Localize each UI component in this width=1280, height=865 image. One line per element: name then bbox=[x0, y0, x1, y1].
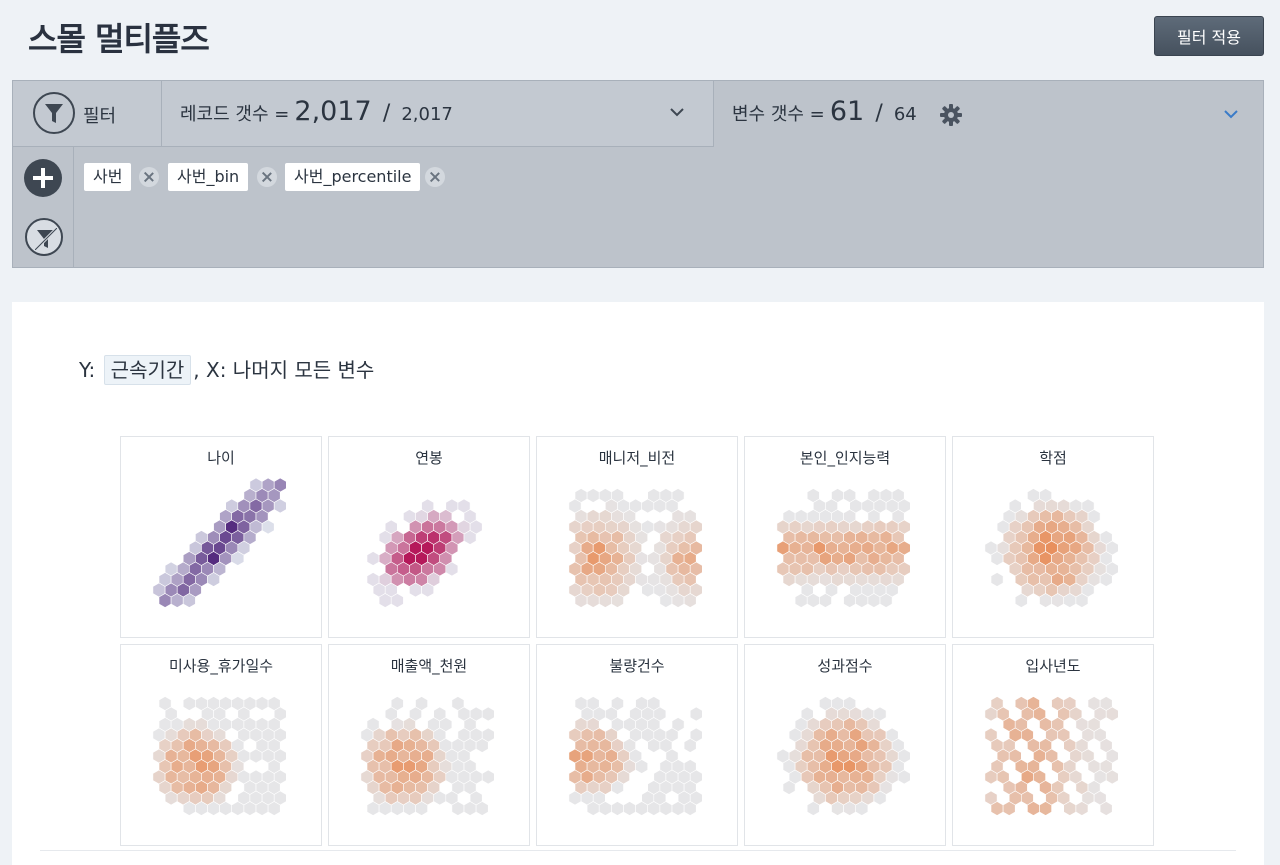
hex-bin bbox=[261, 519, 275, 535]
hex-bin bbox=[623, 801, 636, 816]
filter-panel: 필터 레코드 갯수 = 2,017 / 2,017 변수 갯수 = 61 / 6… bbox=[12, 80, 1264, 268]
hex-bin bbox=[611, 801, 624, 816]
hex-bin bbox=[1027, 801, 1040, 816]
x-description: , X: 나머지 모든 변수 bbox=[193, 358, 375, 382]
hex-bin bbox=[659, 801, 673, 816]
hex-bin bbox=[366, 801, 380, 816]
hex-bin bbox=[683, 738, 697, 753]
hex-bin bbox=[671, 801, 685, 816]
hex-bin bbox=[635, 801, 648, 816]
hex-bin bbox=[1105, 706, 1119, 722]
hex-bin bbox=[794, 593, 808, 608]
record-count-filtered: 2,017 bbox=[294, 96, 372, 127]
divider bbox=[40, 850, 1236, 851]
add-filter-button[interactable] bbox=[24, 159, 62, 197]
hex-bin bbox=[689, 706, 703, 722]
hex-bin bbox=[451, 801, 465, 816]
chevron-down-icon bbox=[1224, 110, 1238, 119]
hex-bin bbox=[481, 706, 495, 722]
hexbin-plot bbox=[984, 488, 1119, 608]
hex-bin bbox=[1039, 801, 1052, 816]
record-count-total: 2,017 bbox=[401, 104, 453, 125]
hex-bin bbox=[897, 769, 911, 785]
small-multiple-panel[interactable]: 매니저_비전 bbox=[536, 436, 738, 638]
hexbin-plot bbox=[984, 696, 1119, 816]
hexbin-plot bbox=[152, 696, 287, 816]
variable-count-label: 변수 갯수 = bbox=[732, 104, 825, 125]
hex-bin bbox=[481, 769, 495, 785]
hex-bin bbox=[843, 593, 856, 608]
page-title: 스몰 멀티플즈 bbox=[28, 20, 210, 58]
chart-area: Y: 근속기간, X: 나머지 모든 변수 나이 연봉 매니저_비전 본인_인지능력 학… bbox=[12, 302, 1264, 865]
gear-icon[interactable] bbox=[939, 103, 963, 127]
hex-bin bbox=[990, 572, 1004, 587]
small-multiple-panel[interactable]: 연봉 bbox=[328, 436, 530, 638]
apply-filter-button[interactable]: 필터 적용 bbox=[1154, 16, 1264, 56]
funnel-off-icon bbox=[35, 228, 57, 250]
filter-chip: 사번_percentile bbox=[285, 163, 421, 191]
hex-bin bbox=[586, 488, 600, 503]
close-icon[interactable] bbox=[139, 167, 159, 187]
hex-bin bbox=[255, 696, 269, 711]
close-icon[interactable] bbox=[425, 167, 445, 187]
small-multiple-panel[interactable]: 성과점수 bbox=[744, 644, 946, 846]
variable-count-selected: 61 bbox=[829, 96, 865, 127]
hex-bin bbox=[1002, 801, 1016, 816]
hexbin-plot bbox=[568, 488, 703, 608]
small-multiple-panel[interactable]: 학점 bbox=[952, 436, 1154, 638]
small-multiple-panel[interactable]: 불량건수 bbox=[536, 644, 738, 846]
y-variable-badge[interactable]: 근속기간 bbox=[103, 355, 192, 385]
clear-filter-button[interactable] bbox=[25, 218, 63, 256]
hex-bin bbox=[273, 498, 287, 514]
variable-count-separator: / bbox=[875, 101, 883, 126]
record-count-dropdown[interactable]: 레코드 갯수 = 2,017 / 2,017 bbox=[162, 81, 714, 147]
small-multiple-panel[interactable]: 본인_인지능력 bbox=[744, 436, 946, 638]
funnel-icon bbox=[33, 92, 75, 134]
hex-bin bbox=[366, 551, 380, 566]
hexbin-plot bbox=[366, 498, 483, 608]
record-count-separator: / bbox=[382, 101, 391, 126]
hexbin-plot bbox=[360, 696, 495, 816]
record-count-label: 레코드 갯수 = bbox=[180, 104, 290, 125]
variable-count-dropdown[interactable]: 변수 갯수 = 61 / 64 bbox=[714, 81, 1265, 147]
hex-bin bbox=[182, 696, 196, 711]
axis-description: Y: 근속기간, X: 나머지 모든 변수 bbox=[79, 354, 374, 385]
small-multiple-panel[interactable]: 매출액_천원 bbox=[328, 644, 530, 846]
close-icon[interactable] bbox=[257, 167, 277, 187]
filter-label: 필터 bbox=[83, 106, 117, 127]
hex-bin bbox=[463, 801, 477, 816]
chevron-down-icon bbox=[670, 108, 684, 117]
small-multiple-panel[interactable]: 나이 bbox=[120, 436, 322, 638]
hex-bin bbox=[782, 780, 796, 795]
small-multiple-panel[interactable]: 입사년도 bbox=[952, 644, 1154, 846]
hexbin-plot bbox=[568, 696, 703, 816]
hex-bin bbox=[433, 790, 447, 806]
filter-toggle[interactable]: 필터 bbox=[13, 81, 162, 147]
hexbin-plot bbox=[776, 696, 911, 816]
filter-actions bbox=[13, 147, 74, 267]
variable-count-total: 64 bbox=[893, 104, 917, 125]
hex-bin bbox=[1105, 769, 1119, 785]
hexbin-plot bbox=[776, 488, 911, 608]
y-prefix: Y: bbox=[79, 358, 96, 382]
small-multiple-panel[interactable]: 미사용_휴가일수 bbox=[120, 644, 322, 846]
filter-chip: 사번_bin bbox=[168, 163, 249, 191]
hexbin-plot bbox=[152, 477, 287, 608]
filter-chip: 사번 bbox=[84, 163, 132, 191]
